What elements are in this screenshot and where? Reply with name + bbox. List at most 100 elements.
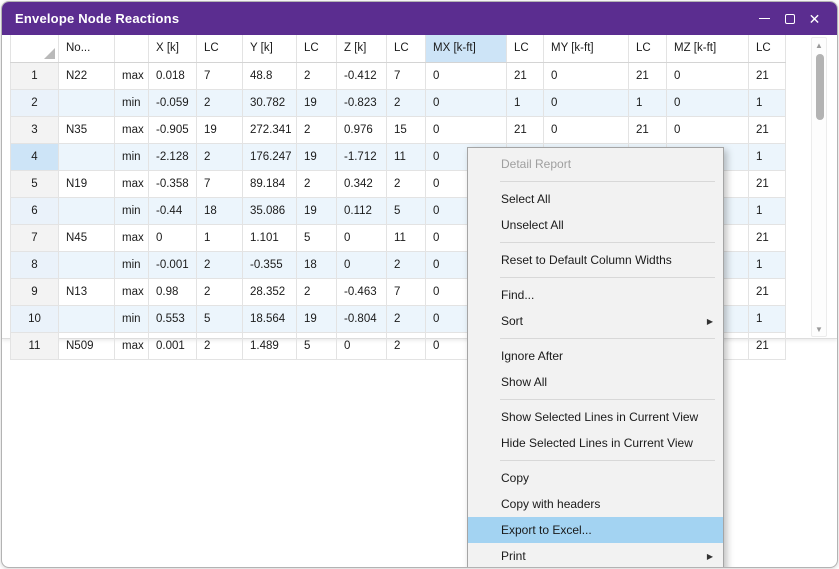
table-cell[interactable]: 2 bbox=[196, 89, 243, 117]
column-header-my-k-ft[interactable]: MY [k-ft] bbox=[543, 35, 629, 63]
table-cell[interactable]: 1 bbox=[196, 224, 243, 252]
table-cell[interactable]: N19 bbox=[58, 170, 115, 198]
menu-item-select-all[interactable]: Select All bbox=[468, 186, 723, 212]
table-cell[interactable]: 1 bbox=[748, 143, 786, 171]
table-cell[interactable]: 2 bbox=[196, 278, 243, 306]
table-cell[interactable]: 0.98 bbox=[148, 278, 197, 306]
table-cell[interactable]: 35.086 bbox=[242, 197, 297, 225]
table-cell[interactable]: 21 bbox=[748, 278, 786, 306]
table-cell[interactable]: 11 bbox=[386, 224, 426, 252]
table-cell[interactable]: 2 bbox=[386, 305, 426, 333]
table-cell[interactable]: 0.553 bbox=[148, 305, 197, 333]
table-cell[interactable]: -0.823 bbox=[336, 89, 387, 117]
table-cell[interactable]: max bbox=[114, 62, 149, 90]
table-cell[interactable]: 21 bbox=[748, 62, 786, 90]
maximize-button[interactable] bbox=[777, 2, 802, 35]
table-cell[interactable]: min bbox=[114, 305, 149, 333]
menu-item-sort[interactable]: Sort ▶ bbox=[468, 308, 723, 334]
table-cell[interactable]: 2 bbox=[296, 278, 337, 306]
table-cell[interactable]: 0 bbox=[336, 332, 387, 360]
row-number-cell[interactable]: 4 bbox=[10, 143, 59, 171]
menu-item-show-all[interactable]: Show All bbox=[468, 369, 723, 395]
table-cell[interactable]: 0.112 bbox=[336, 197, 387, 225]
table-cell[interactable]: min bbox=[114, 143, 149, 171]
table-cell[interactable]: 19 bbox=[296, 143, 337, 171]
column-header-mx-k-ft[interactable]: MX [k-ft] bbox=[425, 35, 507, 63]
table-cell[interactable]: 19 bbox=[196, 116, 243, 144]
table-cell[interactable]: N13 bbox=[58, 278, 115, 306]
table-cell[interactable]: 21 bbox=[748, 116, 786, 144]
table-cell[interactable]: 2 bbox=[296, 170, 337, 198]
column-header-x-k[interactable]: X [k] bbox=[148, 35, 197, 63]
table-cell[interactable]: 0 bbox=[336, 224, 387, 252]
table-cell[interactable]: 30.782 bbox=[242, 89, 297, 117]
scrollbar-track[interactable] bbox=[812, 52, 826, 322]
table-cell[interactable]: 0 bbox=[425, 62, 507, 90]
table-cell[interactable]: 0 bbox=[666, 62, 749, 90]
table-cell[interactable]: 21 bbox=[628, 62, 667, 90]
table-cell[interactable] bbox=[58, 251, 115, 279]
menu-item-copy[interactable]: Copy bbox=[468, 465, 723, 491]
table-cell[interactable]: 2 bbox=[386, 170, 426, 198]
table-cell[interactable]: 5 bbox=[296, 224, 337, 252]
table-cell[interactable]: -0.059 bbox=[148, 89, 197, 117]
select-all-corner-header[interactable] bbox=[10, 35, 59, 63]
row-number-cell[interactable]: 1 bbox=[10, 62, 59, 90]
table-cell[interactable] bbox=[58, 89, 115, 117]
table-cell[interactable]: max bbox=[114, 278, 149, 306]
table-cell[interactable] bbox=[58, 143, 115, 171]
table-cell[interactable]: 0 bbox=[666, 89, 749, 117]
minimize-button[interactable] bbox=[752, 2, 777, 35]
table-cell[interactable]: 19 bbox=[296, 197, 337, 225]
table-cell[interactable]: 2 bbox=[196, 251, 243, 279]
table-cell[interactable]: 21 bbox=[748, 170, 786, 198]
table-cell[interactable]: 2 bbox=[196, 143, 243, 171]
table-cell[interactable]: 0.018 bbox=[148, 62, 197, 90]
column-header-lc[interactable]: LC bbox=[196, 35, 243, 63]
table-cell[interactable]: max bbox=[114, 332, 149, 360]
menu-item-print[interactable]: Print ▶ bbox=[468, 543, 723, 567]
menu-item-copy-with-headers[interactable]: Copy with headers bbox=[468, 491, 723, 517]
title-bar[interactable]: Envelope Node Reactions ✕ bbox=[2, 2, 837, 35]
table-cell[interactable]: max bbox=[114, 116, 149, 144]
table-cell[interactable]: -0.804 bbox=[336, 305, 387, 333]
table-cell[interactable]: 1.489 bbox=[242, 332, 297, 360]
table-cell[interactable]: 5 bbox=[196, 305, 243, 333]
table-cell[interactable]: 89.184 bbox=[242, 170, 297, 198]
table-cell[interactable]: 1 bbox=[748, 305, 786, 333]
table-cell[interactable]: -0.355 bbox=[242, 251, 297, 279]
column-header-z-k[interactable]: Z [k] bbox=[336, 35, 387, 63]
table-cell[interactable]: 0 bbox=[425, 116, 507, 144]
table-cell[interactable]: N45 bbox=[58, 224, 115, 252]
table-cell[interactable]: -0.001 bbox=[148, 251, 197, 279]
row-number-cell[interactable]: 6 bbox=[10, 197, 59, 225]
table-cell[interactable]: -0.412 bbox=[336, 62, 387, 90]
menu-item-find[interactable]: Find... bbox=[468, 282, 723, 308]
table-cell[interactable]: 7 bbox=[386, 278, 426, 306]
table-cell[interactable]: max bbox=[114, 170, 149, 198]
row-number-cell[interactable]: 2 bbox=[10, 89, 59, 117]
table-cell[interactable]: 7 bbox=[196, 170, 243, 198]
table-cell[interactable]: 1.101 bbox=[242, 224, 297, 252]
row-number-cell[interactable]: 5 bbox=[10, 170, 59, 198]
table-cell[interactable]: 0 bbox=[543, 89, 629, 117]
row-number-cell[interactable]: 3 bbox=[10, 116, 59, 144]
table-cell[interactable]: 48.8 bbox=[242, 62, 297, 90]
table-cell[interactable]: 18 bbox=[196, 197, 243, 225]
column-header-lc[interactable]: LC bbox=[748, 35, 786, 63]
table-cell[interactable]: 5 bbox=[296, 332, 337, 360]
column-header-lc[interactable]: LC bbox=[506, 35, 544, 63]
row-number-cell[interactable]: 10 bbox=[10, 305, 59, 333]
table-cell[interactable]: 2 bbox=[386, 89, 426, 117]
table-cell[interactable]: 19 bbox=[296, 305, 337, 333]
column-header-y-k[interactable]: Y [k] bbox=[242, 35, 297, 63]
column-header-mz-k-ft[interactable]: MZ [k-ft] bbox=[666, 35, 749, 63]
row-number-cell[interactable]: 8 bbox=[10, 251, 59, 279]
table-cell[interactable]: -2.128 bbox=[148, 143, 197, 171]
table-cell[interactable]: -0.44 bbox=[148, 197, 197, 225]
table-cell[interactable]: 2 bbox=[296, 62, 337, 90]
row-number-cell[interactable]: 9 bbox=[10, 278, 59, 306]
table-cell[interactable]: 21 bbox=[628, 116, 667, 144]
table-cell[interactable]: 21 bbox=[748, 224, 786, 252]
column-header-lc[interactable]: LC bbox=[628, 35, 667, 63]
